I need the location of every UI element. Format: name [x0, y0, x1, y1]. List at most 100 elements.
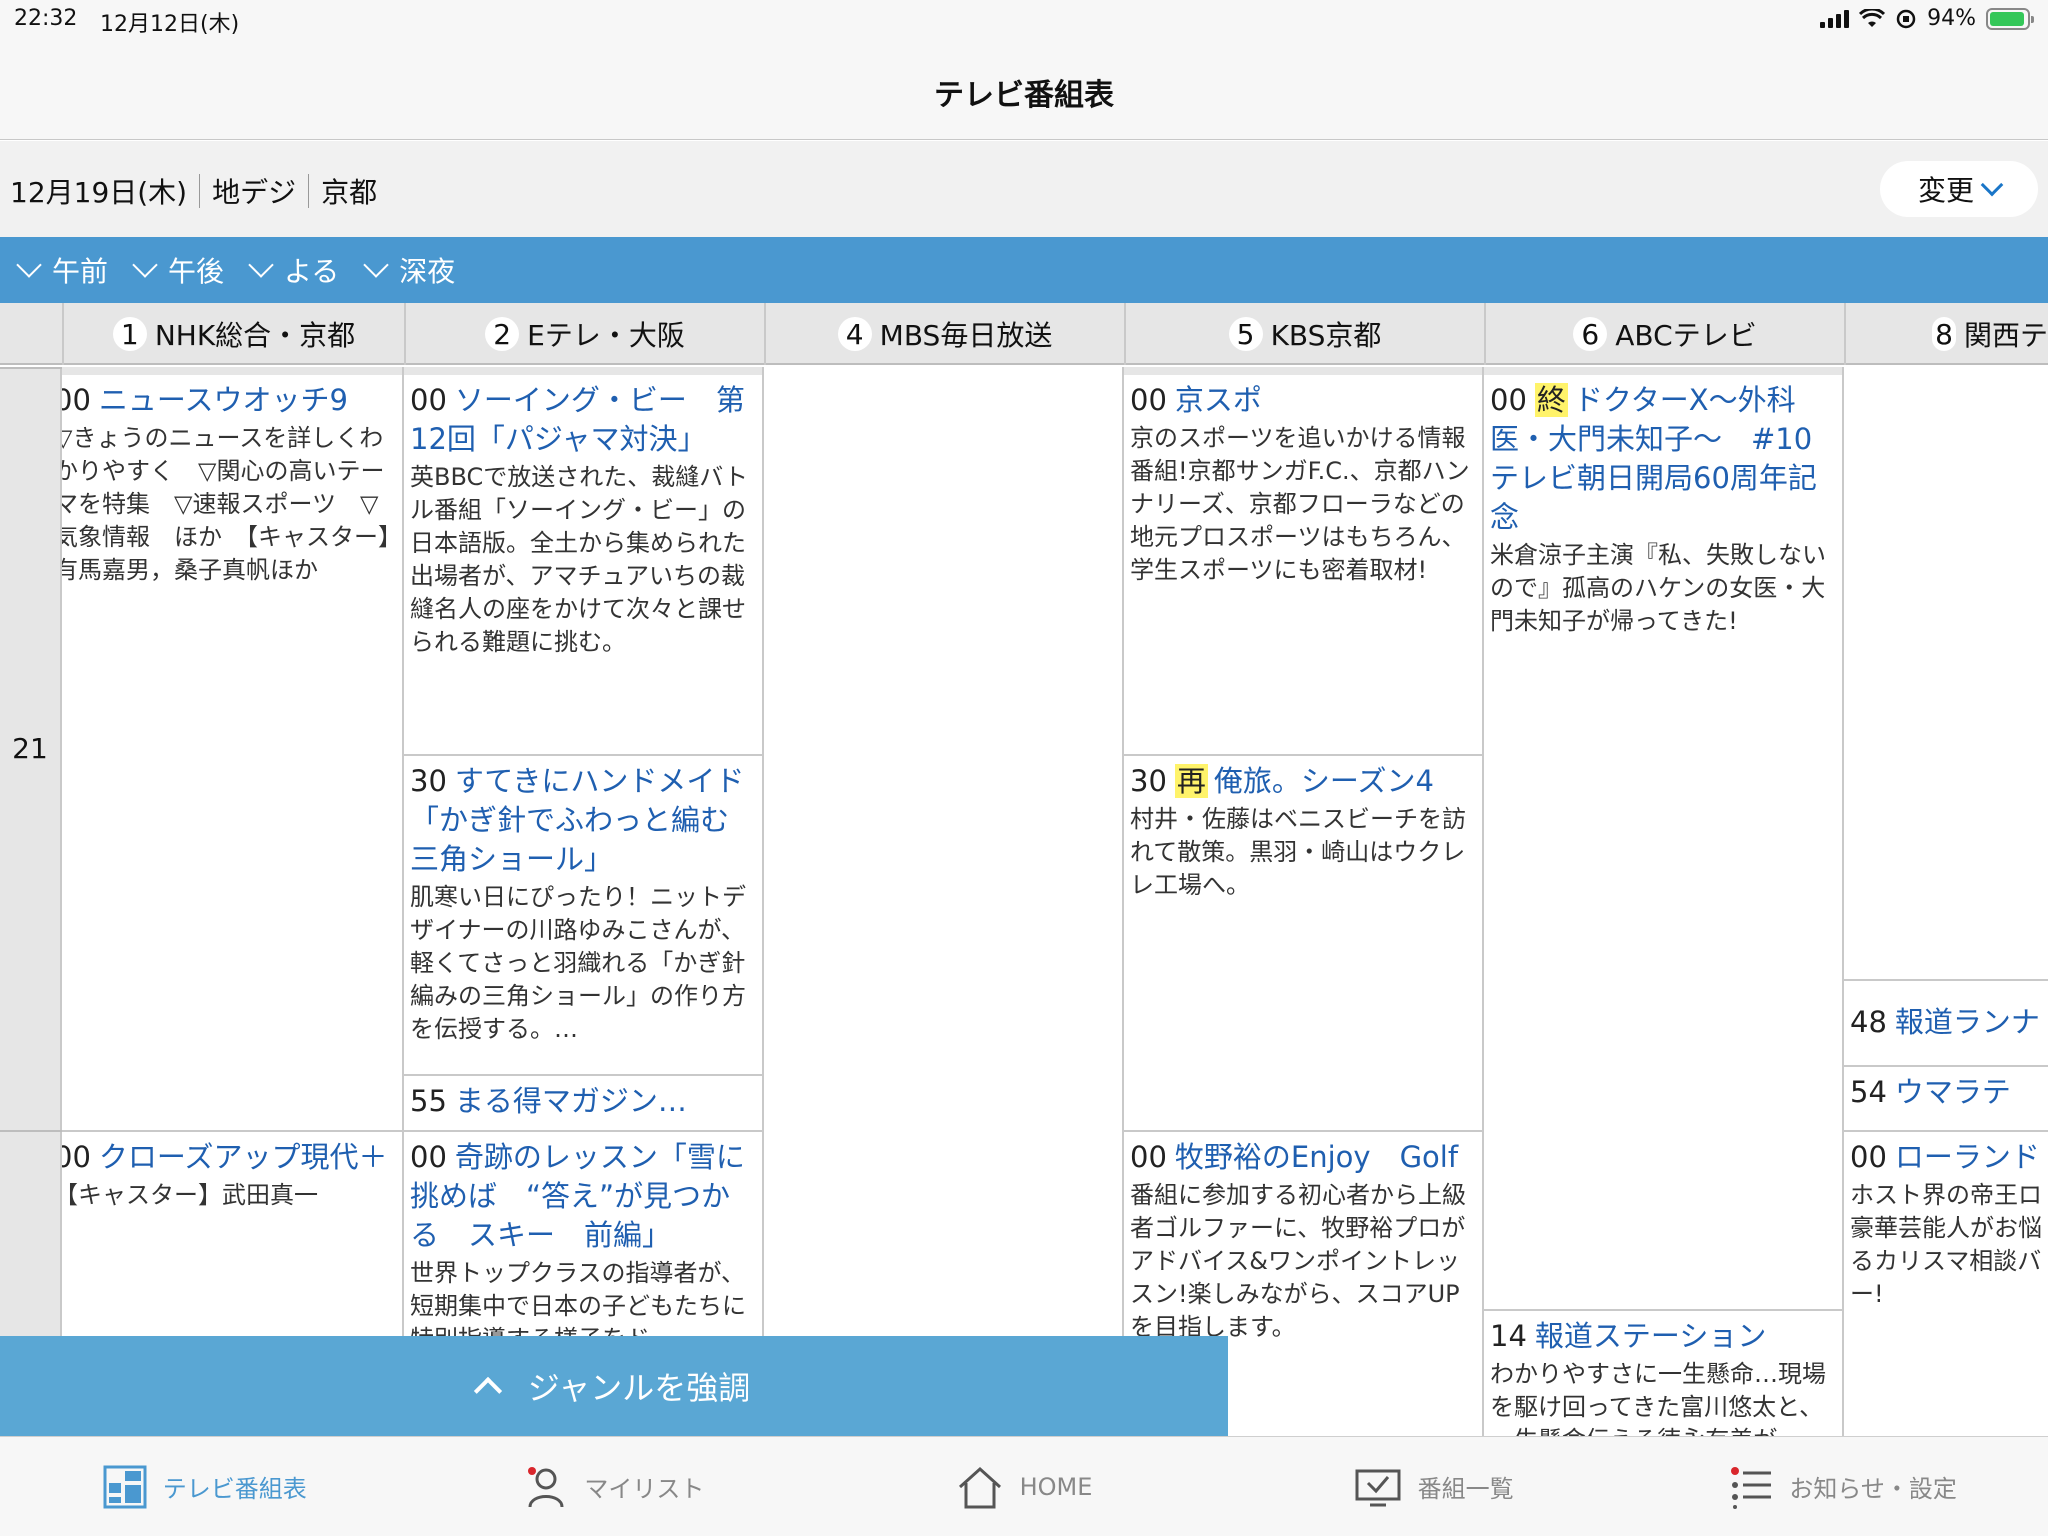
program-title: すてきにハンドメイド「かぎ針でふわっと編む 三角ショール」 — [410, 764, 759, 876]
program-cell[interactable]: 48 報道ランナ — [1844, 979, 2048, 1067]
program-title: 京スポ — [1174, 383, 1262, 417]
orientation-lock-icon — [1896, 9, 1916, 28]
tab-label: お知らせ・設定 — [1789, 1475, 1957, 1503]
divider — [308, 174, 310, 208]
program-title: 俺旅。シーズン4 — [1213, 764, 1434, 798]
program-cell[interactable]: 55 まる得マガジン… — [404, 1076, 762, 1132]
tab-program-list[interactable]: 番組一覧 — [1229, 1437, 1639, 1536]
channel-name: Eテレ・大阪 — [527, 319, 685, 352]
time-tab-label: 午前 — [52, 255, 109, 288]
program-description: 京のスポーツを追いかける情報番組!京都サンガF.C.、京都ハンナリーズ、京都フロ… — [1130, 424, 1470, 584]
final-episode-badge: 終 — [1534, 383, 1568, 417]
tab-label: マイリスト — [584, 1475, 705, 1503]
status-bar: 22:32 12月12日(木) 94% — [0, 0, 2048, 40]
program-cell[interactable]: 00 ソーイング・ビー 第12回「パジャマ対決」 英BBCで放送された、裁縫バトル… — [404, 375, 762, 756]
program-grid: 21 00ニュースウオッチ9 ▽きょうのニュースを詳しくわかりやすく ▽関心の高… — [0, 367, 2048, 1436]
change-button[interactable]: 変更 — [1880, 161, 2038, 217]
program-minute: 30 — [410, 764, 447, 798]
program-minute: 55 — [410, 1084, 447, 1118]
program-minute: 00 — [1850, 1140, 1887, 1174]
channel-column-8: 48 報道ランナ 54 ウマラテ 00 ローランド ホスト界の帝王ロ豪華芸能人がお悩る… — [1844, 367, 2048, 1436]
program-minute: 30 — [1130, 764, 1167, 798]
channel-name: MBS毎日放送 — [879, 319, 1053, 352]
program-cell[interactable]: 30 すてきにハンドメイド「かぎ針でふわっと編む 三角ショール」 肌寒い日にぴった… — [404, 756, 762, 1076]
program-title: まる得マガジン… — [454, 1084, 687, 1118]
channel-header-6[interactable]: 6 ABCテレビ — [1484, 303, 1844, 365]
genre-highlight-button[interactable]: ジャンルを強調 — [0, 1336, 1228, 1436]
program-minute: 00 — [62, 1140, 91, 1174]
time-of-day-bar: 午前 午後 よる 深夜 — [0, 237, 2048, 303]
battery-percent: 94% — [1927, 6, 1976, 31]
channel-header-1[interactable]: 1 NHK総合・京都 — [62, 303, 404, 365]
program-description: ホスト界の帝王ロ豪華芸能人がお悩るカリスマ相談バー! — [1850, 1181, 2042, 1308]
program-title: ニュースウオッチ9 — [98, 383, 348, 417]
program-description: ▽きょうのニュースを詳しくわかりやすく ▽関心の高いテーマを特集 ▽速報スポーツ… — [62, 424, 390, 584]
tab-bar: テレビ番組表 マイリスト HOME 番組一覧 お知らせ・設定 — [0, 1436, 2048, 1536]
channel-number: 5 — [1228, 317, 1263, 351]
channel-header: 1 NHK総合・京都 2 Eテレ・大阪 4 MBS毎日放送 5 KBS京都 6 ABCテレ… — [0, 303, 2048, 365]
program-cell[interactable]: 00 ローランド ホスト界の帝王ロ豪華芸能人がお悩るカリスマ相談バー! — [1844, 1132, 2048, 1436]
time-tab-evening[interactable]: よる — [244, 250, 339, 290]
time-tab-latenight[interactable]: 深夜 — [359, 250, 455, 290]
chevron-down-icon — [363, 252, 389, 278]
signal-icon — [1820, 9, 1850, 28]
time-tab-label: 深夜 — [399, 255, 456, 288]
program-title: ローランド — [1894, 1140, 2040, 1174]
program-description: 村井・佐藤はベニスビーチを訪れて散策。黒羽・崎山はウクレレ工場へ。 — [1130, 805, 1466, 899]
program-minute: 00 — [1130, 383, 1167, 417]
channel-header-2[interactable]: 2 Eテレ・大阪 — [404, 303, 764, 365]
channel-header-4[interactable]: 4 MBS毎日放送 — [764, 303, 1124, 365]
program-description: 英BBCで放送された、裁縫バトル番組「ソーイング・ビー」の日本語版。全土から集め… — [410, 463, 748, 656]
channel-header-8[interactable]: 8 関西テ — [1844, 303, 2048, 365]
time-tab-morning[interactable]: 午前 — [12, 250, 108, 290]
program-cell[interactable]: 00 終ドクターX～外科医・大門未知子～ #10 テレビ朝日開局60周年記念 米倉… — [1484, 375, 1842, 1311]
channel-number: 1 — [112, 317, 147, 351]
divider — [1484, 367, 1842, 375]
program-title: 牧野裕のEnjoy Golf — [1174, 1140, 1459, 1174]
program-minute: 00 — [62, 383, 91, 417]
chevron-up-icon — [473, 1376, 502, 1406]
chevron-down-icon — [132, 252, 158, 278]
chevron-down-icon — [16, 252, 42, 278]
time-tab-afternoon[interactable]: 午後 — [128, 250, 224, 290]
program-minute: 00 — [1130, 1140, 1167, 1174]
channel-number: 4 — [837, 317, 872, 351]
tab-home[interactable]: HOME — [819, 1437, 1229, 1536]
program-minute: 00 — [410, 383, 447, 417]
program-title: ウマラテ — [1894, 1075, 2011, 1109]
channel-column-2: 00 ソーイング・ビー 第12回「パジャマ対決」 英BBCで放送された、裁縫バトル… — [404, 367, 764, 1436]
person-icon — [528, 1466, 564, 1507]
filter-region: 京都 — [321, 176, 378, 209]
time-tab-label: よる — [284, 255, 340, 288]
program-cell[interactable]: 00ニュースウオッチ9 ▽きょうのニュースを詳しくわかりやすく ▽関心の高いテー… — [62, 375, 402, 1132]
divider — [404, 367, 762, 375]
program-minute: 54 — [1850, 1075, 1887, 1109]
program-cell[interactable]: 30 再俺旅。シーズン4 村井・佐藤はベニスビーチを訪れて散策。黒羽・崎山はウクレ… — [1124, 756, 1482, 1132]
program-title: 報道ランナ — [1894, 1005, 2040, 1039]
grid-icon — [103, 1465, 147, 1508]
filter-summary: 12月19日(木) 地デジ 京都 — [10, 171, 377, 211]
program-cell[interactable]: 54 ウマラテ — [1844, 1067, 2048, 1132]
channel-name: 関西テ — [1963, 319, 2048, 352]
filter-broadcast: 地デジ — [212, 176, 297, 209]
tab-tv-guide[interactable]: テレビ番組表 — [0, 1437, 410, 1536]
tab-label: テレビ番組表 — [162, 1475, 307, 1503]
tab-notices-settings[interactable]: お知らせ・設定 — [1638, 1437, 2048, 1536]
chevron-down-icon — [248, 252, 274, 278]
program-title: クローズアップ現代＋ — [98, 1140, 388, 1174]
tv-icon — [1355, 1469, 1401, 1506]
channel-name: NHK総合・京都 — [154, 319, 356, 352]
tab-label: HOME — [1019, 1472, 1093, 1501]
tab-mylist[interactable]: マイリスト — [410, 1437, 820, 1536]
program-cell[interactable]: 14報道ステーション わかりやすさに一生懸命…現場を駆け回ってきた富川悠太と、一… — [1484, 1311, 1842, 1436]
channel-column-6: 00 終ドクターX～外科医・大門未知子～ #10 テレビ朝日開局60周年記念 米倉… — [1484, 367, 1844, 1436]
channel-column-1: 00ニュースウオッチ9 ▽きょうのニュースを詳しくわかりやすく ▽関心の高いテー… — [62, 367, 404, 1436]
program-minute: 00 — [1490, 383, 1527, 417]
channel-header-5[interactable]: 5 KBS京都 — [1124, 303, 1484, 365]
channel-number: 8 — [1932, 317, 1956, 351]
rerun-badge: 再 — [1174, 764, 1208, 798]
program-title: 報道ステーション — [1534, 1319, 1767, 1353]
program-cell[interactable]: 00 京スポ 京のスポーツを追いかける情報番組!京都サンガF.C.、京都ハンナリー… — [1124, 375, 1482, 756]
chevron-down-icon — [1980, 173, 2004, 197]
wifi-icon — [1859, 8, 1886, 27]
